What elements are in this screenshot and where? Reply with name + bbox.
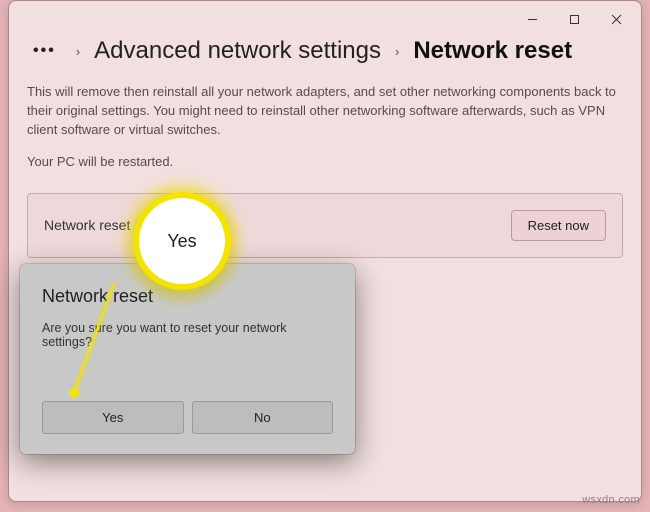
dialog-buttons: Yes No (42, 401, 333, 434)
description-text: This will remove then reinstall all your… (27, 83, 623, 140)
restart-note: Your PC will be restarted. (27, 154, 623, 169)
chevron-right-icon: › (393, 44, 401, 59)
confirm-dialog: Network reset Are you sure you want to r… (20, 264, 355, 454)
dialog-message: Are you sure you want to reset your netw… (42, 321, 333, 349)
titlebar (9, 1, 641, 37)
breadcrumb: ••• › Advanced network settings › Networ… (9, 37, 641, 73)
content-area: This will remove then reinstall all your… (9, 73, 641, 258)
maximize-button[interactable] (553, 5, 595, 33)
page-title: Network reset (413, 37, 572, 65)
highlight-bubble: Yes (133, 192, 231, 290)
watermark: wsxdn.com (582, 494, 640, 506)
network-reset-panel: Network reset Reset now (27, 193, 623, 258)
close-button[interactable] (595, 5, 637, 33)
highlight-label: Yes (167, 231, 196, 252)
no-button[interactable]: No (192, 401, 334, 434)
breadcrumb-advanced[interactable]: Advanced network settings (94, 37, 381, 65)
more-icon[interactable]: ••• (27, 42, 62, 60)
panel-label: Network reset (44, 217, 130, 233)
reset-now-button[interactable]: Reset now (511, 210, 606, 241)
chevron-right-icon: › (74, 44, 82, 59)
yes-button[interactable]: Yes (42, 401, 184, 434)
minimize-button[interactable] (511, 5, 553, 33)
